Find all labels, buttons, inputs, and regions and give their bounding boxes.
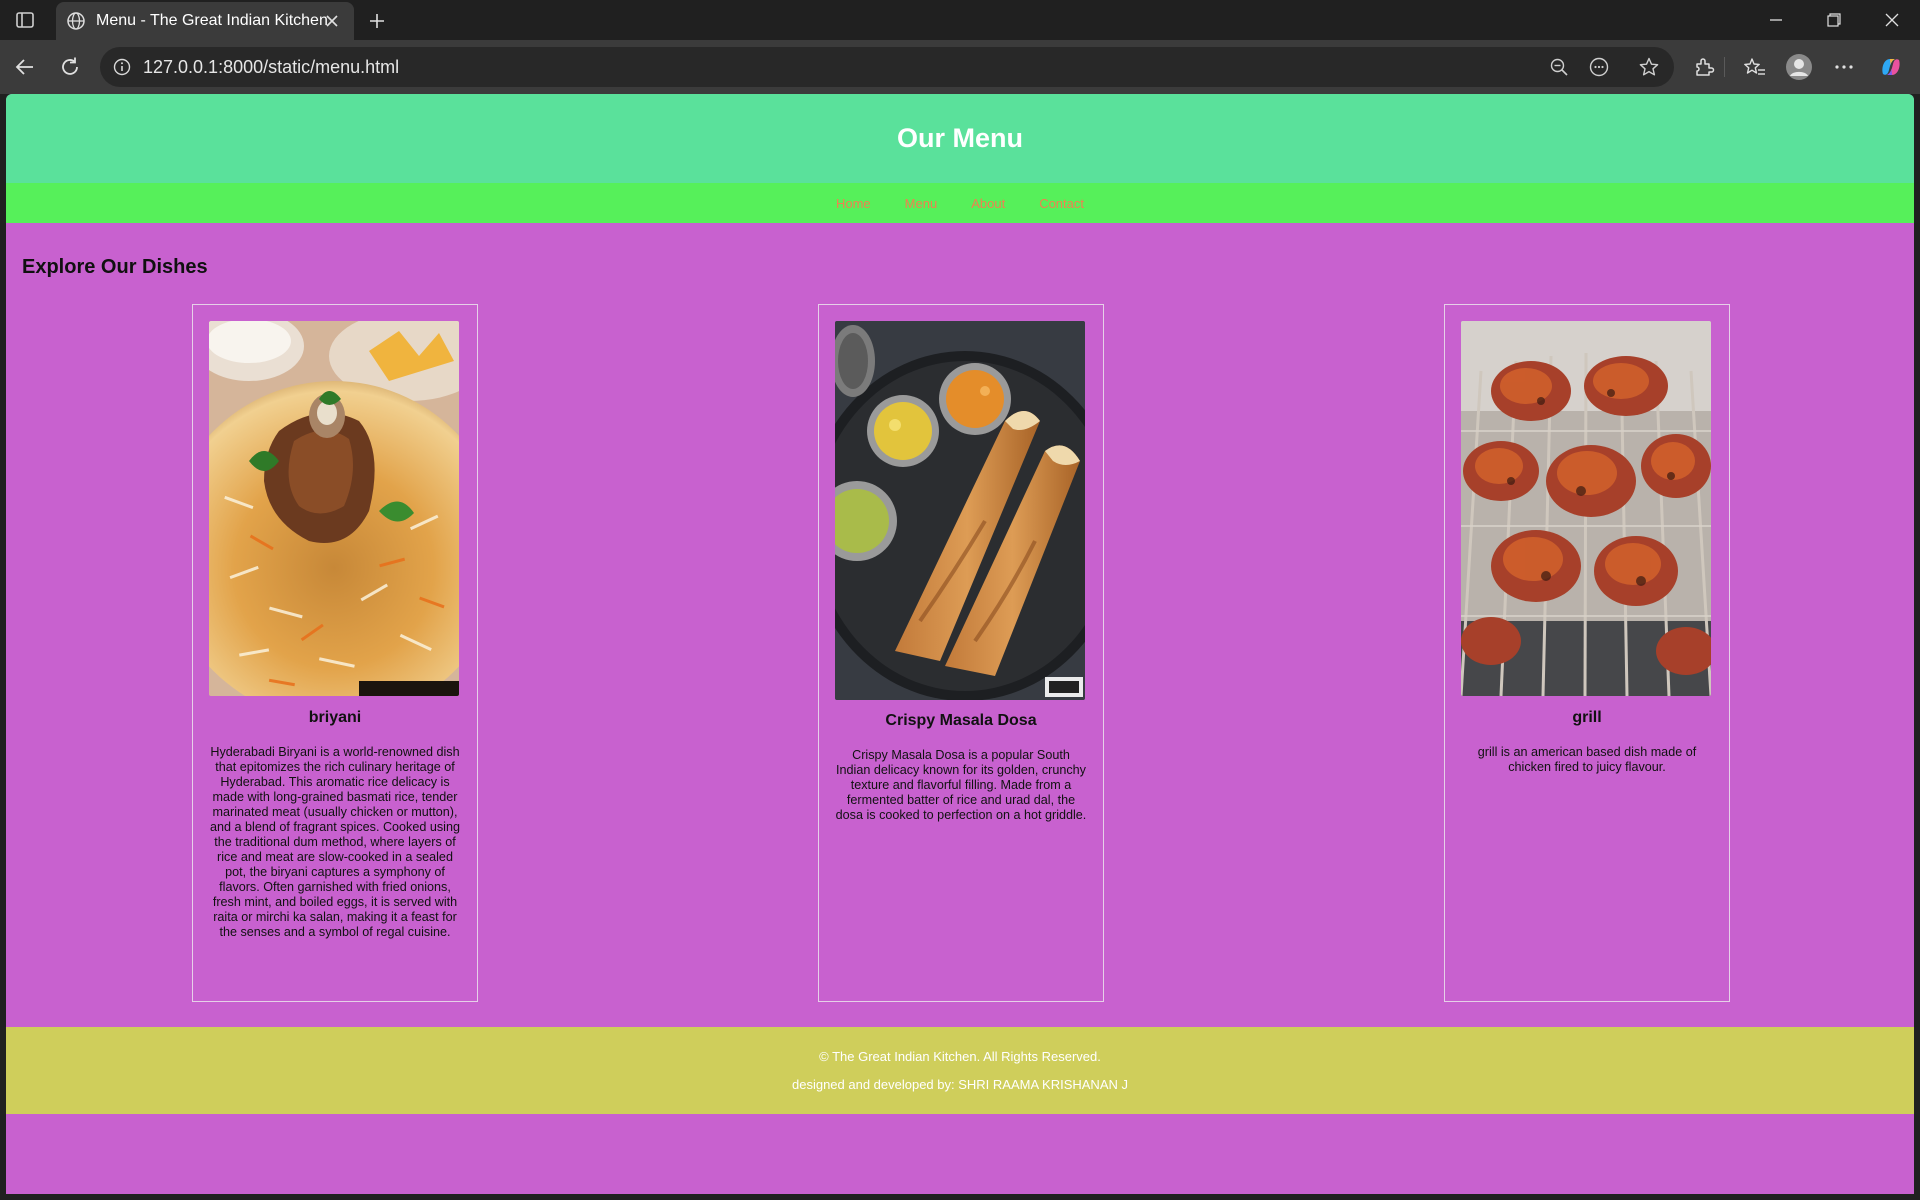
page-viewport: Our Menu Home Menu About Contact Explore…	[6, 94, 1914, 1194]
info-icon[interactable]	[112, 57, 132, 77]
browser-tab[interactable]: Menu - The Great Indian Kitchen	[56, 2, 354, 40]
dish-image-grill	[1461, 321, 1711, 696]
sidebar-toggle-icon[interactable]	[10, 8, 40, 32]
profile-icon[interactable]	[1784, 52, 1814, 82]
dish-description: Crispy Masala Dosa is a popular South In…	[835, 748, 1087, 822]
footer-credit: designed and developed by: SHRI RAAMA KR…	[791, 1077, 1128, 1092]
dish-description: Hyderabadi Biryani is a world-renowned d…	[210, 745, 460, 939]
copilot-icon[interactable]	[1876, 52, 1906, 82]
tab-title: Menu - The Great Indian Kitchen	[96, 12, 328, 29]
zoom-out-icon[interactable]	[1546, 55, 1572, 79]
reading-mode-icon[interactable]	[1586, 55, 1612, 79]
site-nav: Home Menu About Contact	[6, 183, 1914, 223]
dish-card-grill: grill grill is an american based dish ma…	[1444, 304, 1730, 1002]
site-footer: © The Great Indian Kitchen. All Rights R…	[6, 1027, 1914, 1114]
footer-copyright: © The Great Indian Kitchen. All Rights R…	[819, 1049, 1101, 1064]
dish-image-masala-dosa	[835, 321, 1085, 700]
page-title: Our Menu	[897, 123, 1023, 153]
dish-name: briyani	[308, 709, 362, 726]
window-close-icon[interactable]	[1874, 8, 1910, 32]
nav-link-home[interactable]: Home	[836, 196, 871, 211]
dish-card-briyani: briyani Hyderabadi Biryani is a world-re…	[192, 304, 478, 1002]
dish-image-briyani	[209, 321, 459, 696]
section-title: Explore Our Dishes	[22, 256, 208, 278]
back-arrow-icon[interactable]	[10, 52, 40, 82]
separator	[1724, 57, 1725, 77]
nav-link-contact[interactable]: Contact	[1039, 196, 1084, 211]
star-icon[interactable]	[1636, 55, 1662, 79]
browser-toolbar: 127.0.0.1:8000/static/menu.html	[0, 40, 1920, 94]
dish-name: Crispy Masala Dosa	[885, 712, 1037, 729]
reload-icon[interactable]	[55, 52, 85, 82]
close-icon[interactable]	[322, 11, 342, 31]
browser-tab-bar: Menu - The Great Indian Kitchen	[0, 0, 1920, 40]
nav-link-about[interactable]: About	[971, 196, 1005, 211]
address-bar[interactable]: 127.0.0.1:8000/static/menu.html	[100, 47, 1725, 87]
globe-icon	[66, 11, 86, 31]
extensions-icon[interactable]	[1689, 52, 1719, 82]
minimize-icon[interactable]	[1758, 8, 1794, 32]
dish-description: grill is an american based dish made of …	[1477, 745, 1697, 774]
url-text[interactable]: 127.0.0.1:8000/static/menu.html	[143, 57, 399, 78]
nav-link-menu[interactable]: Menu	[905, 196, 938, 211]
more-icon[interactable]	[1829, 52, 1859, 82]
restore-icon[interactable]	[1816, 8, 1852, 32]
favorites-icon[interactable]	[1740, 52, 1770, 82]
site-header: Our Menu	[6, 94, 1914, 183]
dish-name: grill	[1572, 709, 1602, 726]
plus-icon[interactable]	[364, 8, 390, 34]
dish-card-masala-dosa: Crispy Masala Dosa Crispy Masala Dosa is…	[818, 304, 1104, 1002]
